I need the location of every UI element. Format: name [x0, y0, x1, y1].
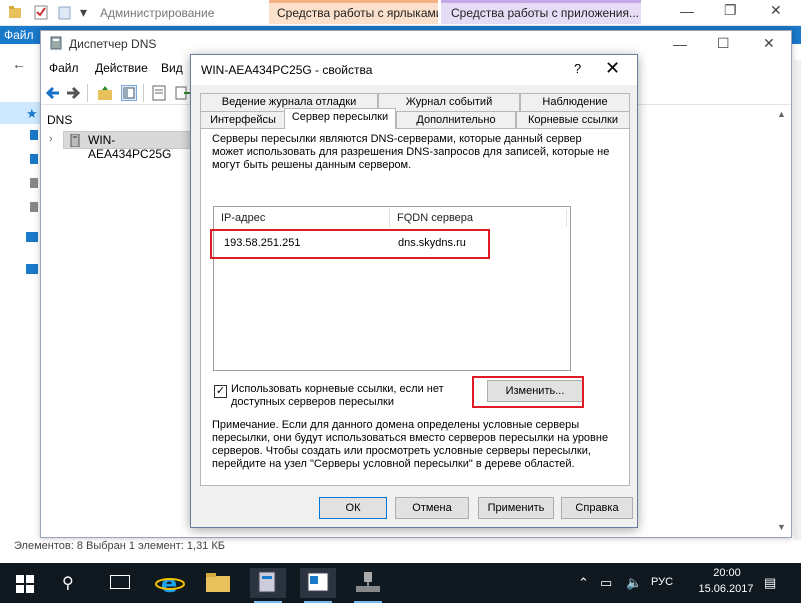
new-folder-icon[interactable]: [58, 5, 72, 20]
properties-icon[interactable]: [34, 5, 48, 20]
menu-file[interactable]: Файл: [49, 61, 79, 75]
file-explorer-icon[interactable]: [200, 568, 236, 598]
svg-text:e: e: [161, 570, 177, 598]
tray-language[interactable]: РУС: [651, 576, 673, 588]
server-icon: [70, 133, 80, 148]
status-text: Элементов: 8 Выбран 1 элемент: 1,31 КБ: [14, 540, 225, 552]
tab-monitoring[interactable]: Наблюдение: [520, 93, 630, 111]
context-tab-shortcut-tools[interactable]: Средства работы с ярлыками: [269, 0, 438, 24]
menu-view[interactable]: Вид: [161, 61, 183, 75]
tab-advanced[interactable]: Дополнительно: [396, 111, 516, 129]
task-view-icon[interactable]: [110, 575, 130, 589]
expand-chevron-icon[interactable]: ›: [49, 133, 53, 145]
menu-action[interactable]: Действие: [95, 61, 148, 75]
dns-window-title: Диспетчер DNS: [69, 37, 157, 51]
tab-event-logging[interactable]: Журнал событий: [378, 93, 520, 111]
nav-selected-item[interactable]: ★: [0, 102, 40, 124]
dns-close-icon[interactable]: ✕: [763, 35, 775, 52]
network-taskbar-icon[interactable]: [350, 568, 386, 603]
internet-explorer-icon[interactable]: e: [152, 568, 188, 598]
scroll-down-icon[interactable]: ▼: [777, 522, 786, 532]
dialog-title: WIN-AEA434PC25G - свойства: [201, 63, 373, 77]
use-root-hints-checkbox[interactable]: ✓: [214, 385, 227, 398]
dns-app-icon: [49, 36, 63, 50]
properties-dialog: WIN-AEA434PC25G - свойства ? ✕ Ведение ж…: [190, 54, 638, 528]
quick-access-star-icon: ★: [26, 106, 38, 121]
tray-network-icon[interactable]: ▭: [600, 575, 612, 591]
show-hide-tree-icon[interactable]: [121, 85, 137, 101]
column-header-ip[interactable]: IP-адрес: [221, 212, 265, 224]
column-header-fqdn[interactable]: FQDN сервера: [397, 212, 473, 224]
network-icon[interactable]: [26, 264, 38, 274]
dns-console-taskbar-icon[interactable]: [300, 568, 336, 603]
server-manager-taskbar-icon[interactable]: [250, 568, 286, 603]
scroll-up-icon[interactable]: ▲: [777, 109, 786, 119]
context-tab-application-tools[interactable]: Средства работы с приложения...: [441, 0, 641, 24]
explorer-titlebar: ▾ Администрирование Средства работы с яр…: [0, 0, 801, 26]
tree-node-dns[interactable]: DNS: [47, 113, 72, 127]
dns-console-tree: DNS › WIN-AEA434PC25G: [41, 107, 191, 527]
highlight-forwarder-row: [210, 229, 490, 259]
tab-root-hints[interactable]: Корневые ссылки: [516, 111, 630, 129]
dns-maximize-icon[interactable]: ☐: [717, 35, 730, 52]
nav-icon[interactable]: [30, 154, 38, 164]
nav-icon[interactable]: [30, 202, 38, 212]
forwarders-tab-panel: Серверы пересылки являются DNS-серверами…: [200, 128, 630, 486]
tree-node-server[interactable]: WIN-AEA434PC25G: [63, 131, 191, 161]
apply-button[interactable]: Применить: [478, 497, 554, 519]
search-icon[interactable]: ⚲: [62, 573, 74, 593]
highlight-edit-button: [472, 376, 584, 408]
up-folder-icon[interactable]: [97, 85, 113, 101]
close-icon[interactable]: ✕: [770, 2, 782, 19]
minimize-icon[interactable]: —: [680, 3, 694, 19]
forwarders-note: Примечание. Если для данного домена опре…: [212, 419, 609, 470]
taskbar: ⚲ e ⌃ ▭ 🔈 РУС 20:00 15.06.2017 ▤: [0, 563, 801, 603]
tree-node-server-label: WIN-AEA434PC25G: [88, 133, 172, 161]
dialog-close-icon[interactable]: ✕: [605, 58, 620, 79]
tab-interfaces[interactable]: Интерфейсы: [200, 111, 286, 129]
notification-center-icon[interactable]: ▤: [764, 575, 776, 591]
toolbar-separator: [87, 84, 88, 102]
help-button[interactable]: Справка: [561, 497, 633, 519]
column-separator: [566, 209, 567, 227]
explorer-scrollbar[interactable]: [794, 60, 801, 540]
dialog-titlebar: WIN-AEA434PC25G - свойства ? ✕: [191, 55, 637, 85]
ok-button[interactable]: ОК: [319, 497, 387, 519]
dns-scrollbar[interactable]: ▲ ▼: [773, 107, 790, 537]
tray-date[interactable]: 15.06.2017: [690, 583, 762, 595]
ribbon-file-tab[interactable]: Файл: [4, 28, 34, 42]
restore-icon[interactable]: ❐: [724, 2, 737, 19]
nav-icon[interactable]: [30, 130, 38, 140]
explorer-nav-pane: ← ★: [0, 44, 40, 554]
tray-expand-icon[interactable]: ⌃: [578, 575, 589, 591]
tab-forwarders[interactable]: Сервер пересылки: [284, 108, 396, 129]
cancel-button[interactable]: Отмена: [395, 497, 469, 519]
tray-volume-muted-icon[interactable]: 🔈: [626, 575, 642, 591]
column-separator: [389, 209, 390, 227]
start-windows-icon[interactable]: [16, 575, 34, 593]
dialog-help-icon[interactable]: ?: [574, 61, 581, 76]
dns-minimize-icon[interactable]: —: [673, 36, 687, 52]
back-arrow-icon[interactable]: ←: [12, 56, 26, 72]
use-root-hints-label: Использовать корневые ссылки, если нет д…: [231, 383, 444, 408]
nav-icon[interactable]: [30, 178, 38, 188]
toolbar-separator: [143, 84, 144, 102]
back-icon[interactable]: [45, 85, 61, 101]
window-title: Администрирование: [100, 6, 215, 20]
folder-icon[interactable]: [8, 5, 22, 20]
export-list-icon[interactable]: [175, 85, 191, 101]
status-bar: Элементов: 8 Выбран 1 элемент: 1,31 КБ: [0, 540, 801, 554]
qat-dropdown-icon[interactable]: ▾: [80, 4, 87, 21]
properties-page-icon[interactable]: [151, 85, 167, 101]
tray-time[interactable]: 20:00: [702, 567, 752, 579]
forwarders-description: Серверы пересылки являются DNS-серверами…: [212, 133, 610, 171]
forward-icon[interactable]: [65, 85, 81, 101]
this-pc-icon[interactable]: [26, 232, 38, 242]
